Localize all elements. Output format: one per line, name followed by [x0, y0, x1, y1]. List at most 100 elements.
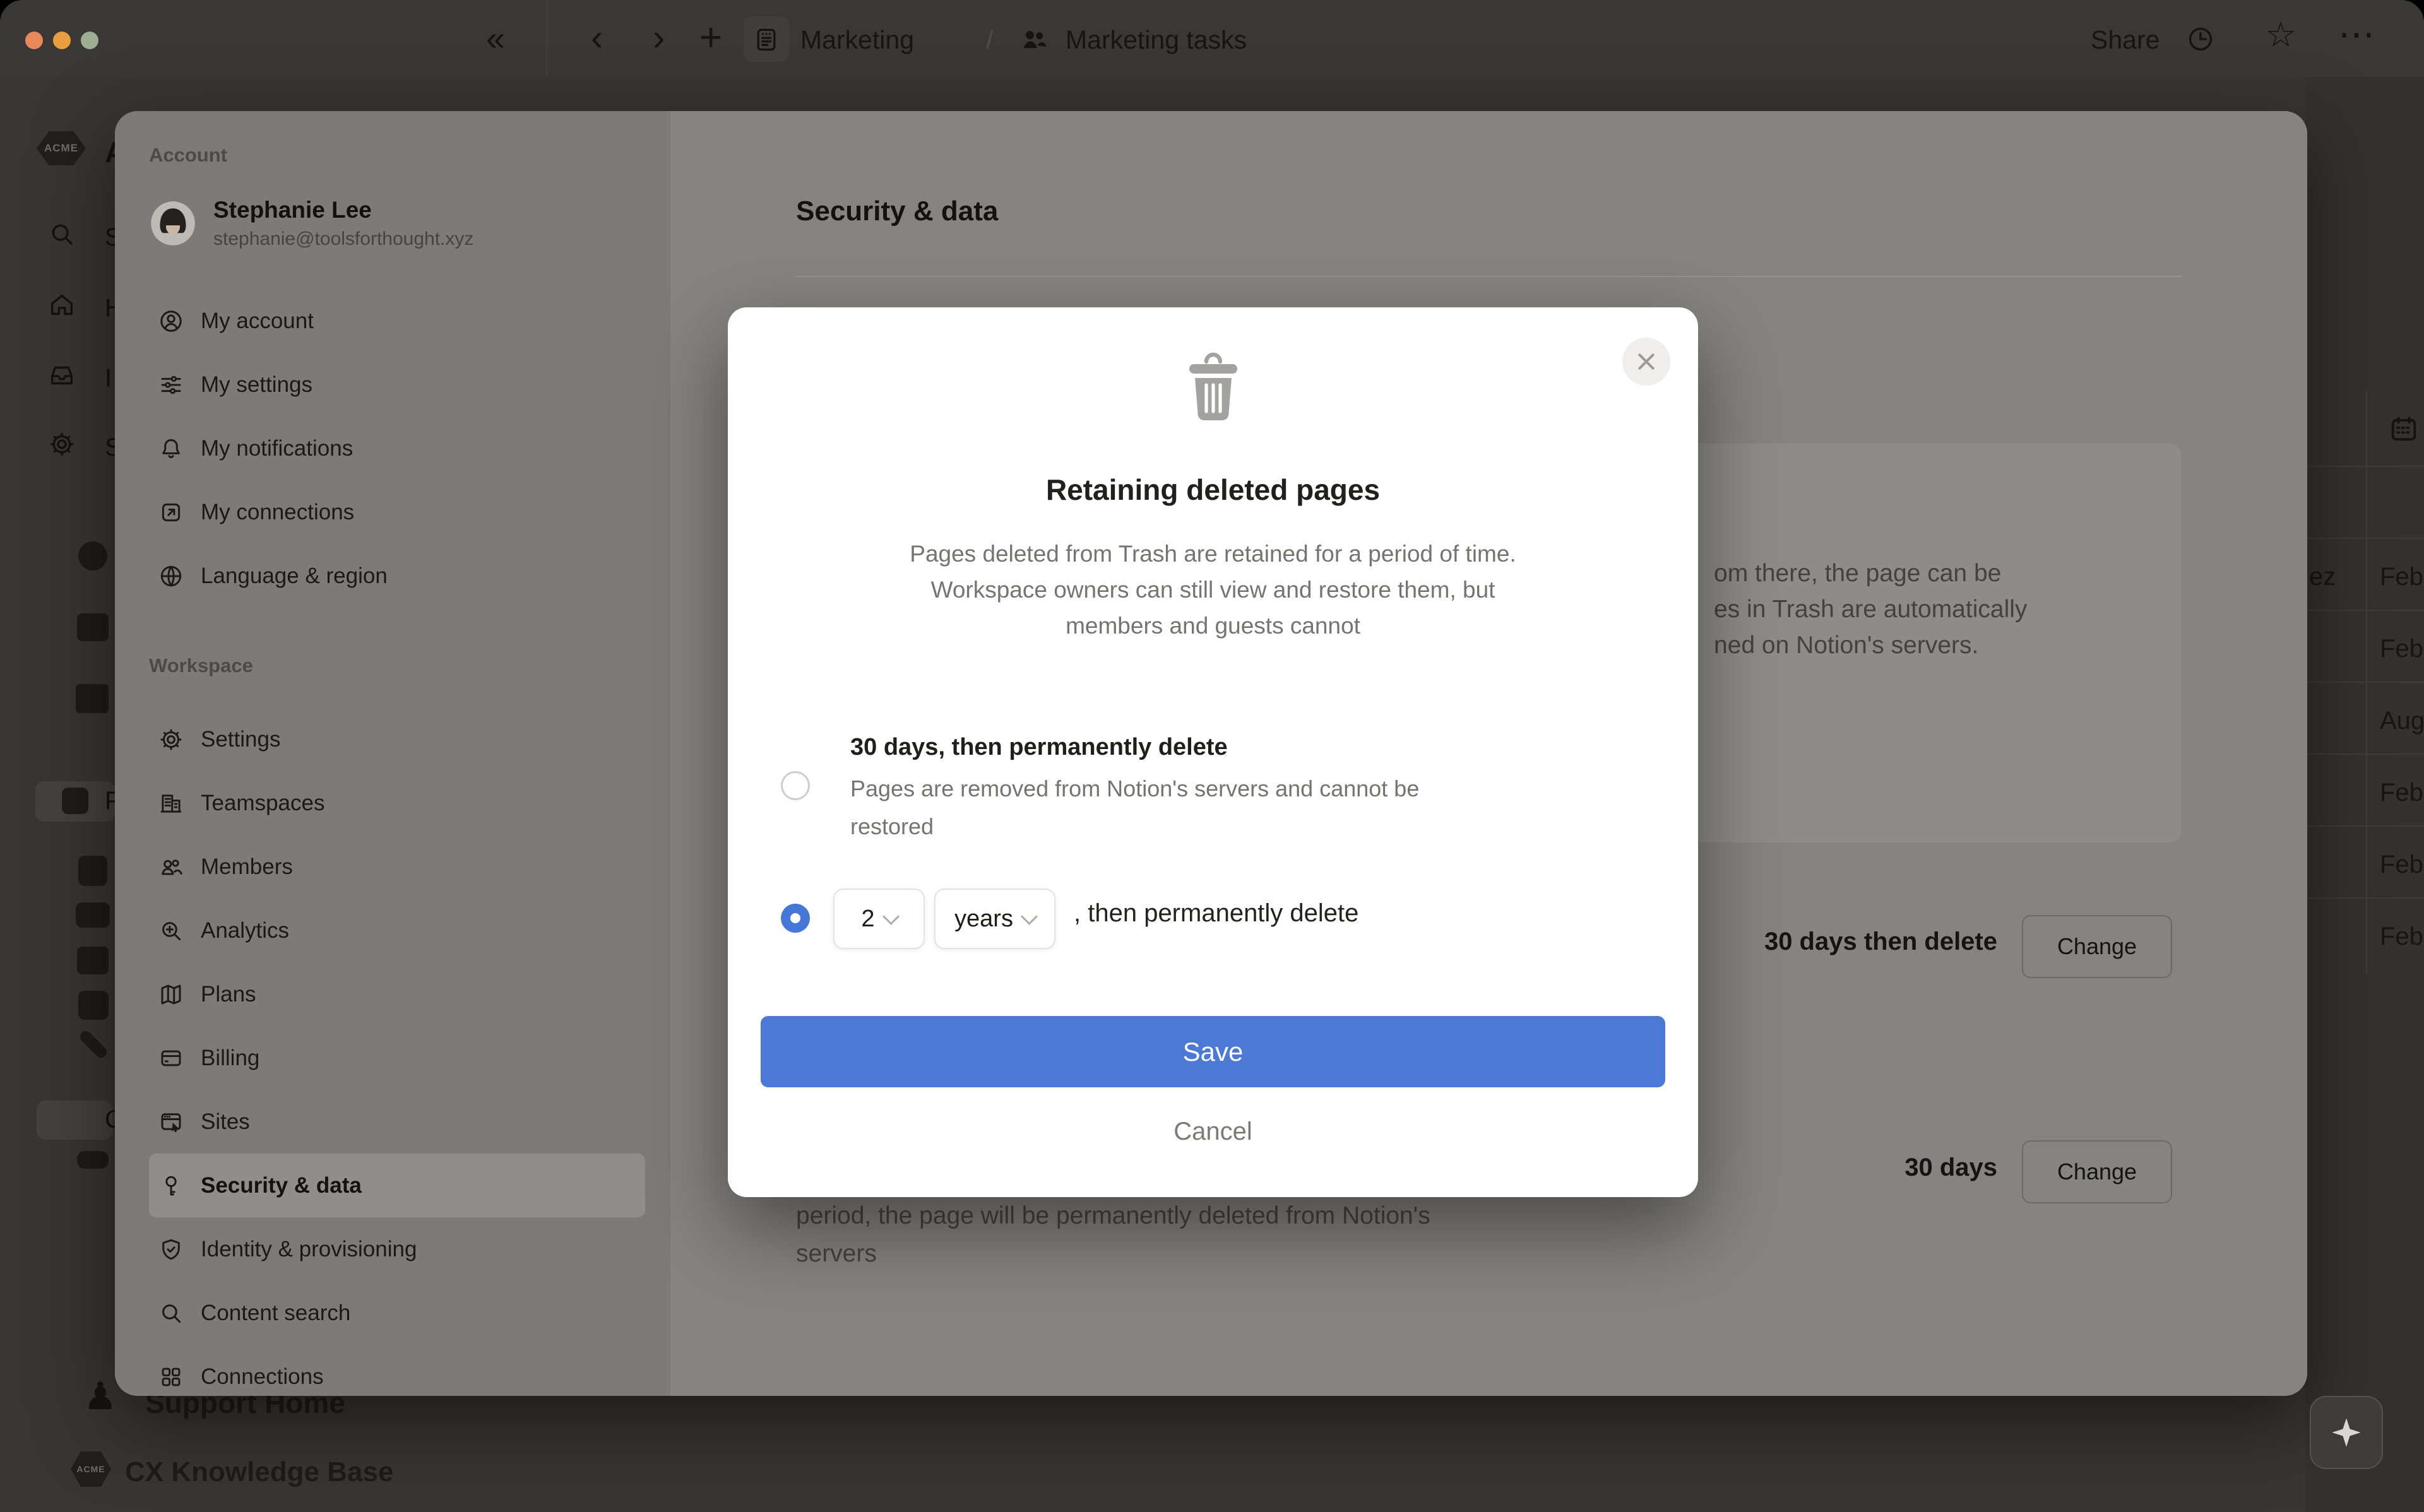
settings-nav-my-connections[interactable]: My connections	[149, 480, 645, 544]
traffic-close-button[interactable]	[25, 32, 43, 49]
back-icon[interactable]: ‹	[591, 16, 603, 59]
nav-item-label: My account	[201, 308, 314, 333]
change-retention-button[interactable]: Change	[2022, 915, 2172, 978]
settings-nav-members[interactable]: Members	[149, 835, 645, 899]
option-description-line: restored	[850, 813, 934, 839]
trash-setting-value: 30 days	[1904, 1154, 1997, 1181]
settings-sidebar: Account Stephanie Lee stephanie@toolsfor…	[115, 111, 670, 1396]
settings-nav-language-region[interactable]: Language & region	[149, 544, 645, 608]
more-options-icon[interactable]: ⋯	[2338, 13, 2375, 56]
period-number-select[interactable]: 2	[833, 889, 925, 949]
radio-custom-period[interactable]	[781, 904, 810, 933]
person-circle-icon	[158, 308, 184, 334]
box-icon[interactable]	[77, 613, 109, 641]
table-cell-fragment: Aug	[2380, 707, 2424, 735]
table-grid-line	[2305, 897, 2424, 899]
workspace-logo[interactable]: ACME	[37, 131, 86, 165]
info-text-fragment: es in Trash are automatically	[1714, 596, 2028, 623]
nav-item-label: Billing	[201, 1045, 260, 1070]
card-icon	[158, 1045, 184, 1072]
pot-plant-icon[interactable]	[78, 856, 107, 886]
home-icon[interactable]	[47, 290, 76, 322]
nav-item-label: Settings	[201, 726, 281, 752]
period-unit-select[interactable]: years	[934, 889, 1055, 949]
grid-icon	[158, 1364, 184, 1390]
save-button[interactable]: Save	[761, 1016, 1665, 1087]
table-cell-fragment: Feb	[2380, 851, 2423, 878]
inbox-icon[interactable]	[47, 360, 76, 393]
account-section-label: Account	[149, 144, 227, 166]
settings-nav-plans[interactable]: Plans	[149, 962, 645, 1026]
sidebar-collapse-icon[interactable]: «	[486, 19, 505, 58]
settings-nav-billing[interactable]: Billing	[149, 1026, 645, 1090]
card-box-icon[interactable]	[77, 947, 109, 974]
settings-nav-my-settings[interactable]: My settings	[149, 353, 645, 416]
change-trash-button[interactable]: Change	[2022, 1140, 2172, 1203]
traffic-minimize-button[interactable]	[53, 32, 71, 49]
new-page-icon[interactable]: +	[699, 15, 722, 60]
nav-item-label: Analytics	[201, 918, 290, 943]
option-description-line: Pages are removed from Notion's servers …	[850, 776, 1420, 801]
option-custom-suffix: , then permanently delete	[1074, 899, 1359, 927]
table-cell-fragment: Feb	[2380, 779, 2423, 806]
breadcrumb-page-icon[interactable]	[744, 16, 789, 62]
settings-nav-sites[interactable]: Sites	[149, 1090, 645, 1154]
setting-description-fragment: period, the page will be permanently del…	[796, 1202, 1430, 1229]
sidebar-label-fragment: I	[105, 364, 112, 392]
table-grid-line	[2366, 391, 2367, 974]
top-bar: « ‹ › + Marketing / Marketing tasks Shar…	[0, 0, 2424, 77]
settings-nav-analytics[interactable]: Analytics	[149, 899, 645, 962]
eight-ball-icon[interactable]	[78, 541, 107, 570]
analytics-icon	[158, 918, 184, 944]
nav-item-label: Teamspaces	[201, 790, 325, 815]
nav-item-label: Members	[201, 854, 293, 879]
table-grid-line	[2305, 538, 2424, 539]
settings-nav-settings[interactable]: Settings	[149, 707, 645, 771]
forward-icon[interactable]: ›	[653, 16, 665, 59]
arrow-box-icon	[158, 499, 184, 526]
settings-nav-content-search[interactable]: Content search	[149, 1281, 645, 1345]
ai-sparkle-button[interactable]	[2310, 1396, 2383, 1469]
sidebar-item-cx-knowledge-base[interactable]: CX Knowledge Base	[125, 1456, 393, 1488]
gear-icon	[158, 726, 184, 753]
close-icon[interactable]	[1622, 338, 1670, 386]
mailbox-icon[interactable]	[78, 991, 109, 1020]
crate-icon[interactable]	[76, 684, 109, 713]
radio-30-days[interactable]	[781, 771, 810, 800]
bridge-icon[interactable]	[76, 902, 110, 928]
search-icon[interactable]	[47, 220, 76, 252]
nav-item-label: Plans	[201, 981, 256, 1007]
page-title: Security & data	[796, 196, 999, 227]
sidebar-item-highlight[interactable]	[37, 1101, 112, 1140]
screwdriver-icon[interactable]	[78, 1029, 109, 1060]
settings-nav-security-data[interactable]: Security & data	[149, 1154, 645, 1217]
retention-dialog: Retaining deleted pages Pages deleted fr…	[728, 307, 1698, 1197]
settings-nav-my-notifications[interactable]: My notifications	[149, 416, 645, 480]
breadcrumb-page1[interactable]: Marketing	[800, 25, 914, 55]
plant-icon	[62, 788, 88, 814]
settings-nav-my-account[interactable]: My account	[149, 289, 645, 353]
settings-nav-identity-provisioning[interactable]: Identity & provisioning	[149, 1217, 645, 1281]
favorite-star-icon[interactable]: ☆	[2265, 14, 2296, 56]
divider	[796, 276, 2182, 277]
history-clock-icon[interactable]	[2185, 24, 2216, 54]
nav-item-label: Connections	[201, 1364, 324, 1389]
cap-icon[interactable]	[77, 1151, 109, 1169]
share-button[interactable]: Share	[2091, 25, 2160, 55]
traffic-zoom-button[interactable]	[81, 32, 98, 49]
marketing-tasks-icon	[1018, 23, 1050, 56]
cancel-button[interactable]: Cancel	[728, 1118, 1698, 1146]
table-grid-line	[2305, 466, 2424, 467]
chevron-down-icon	[882, 907, 900, 925]
workspace-nav-list: Settings Teamspaces Members Analytics Plans B…	[149, 707, 670, 1396]
gear-icon[interactable]	[47, 430, 76, 462]
nav-item-label: My notifications	[201, 435, 354, 461]
profile-row: Stephanie Lee stephanie@toolsforthought.…	[149, 193, 670, 254]
settings-nav-teamspaces[interactable]: Teamspaces	[149, 771, 645, 835]
bell-icon	[158, 435, 184, 462]
dialog-title: Retaining deleted pages	[1045, 473, 1381, 506]
nav-item-label: My settings	[201, 372, 312, 397]
option-30-days-label[interactable]: 30 days, then permanently delete	[850, 734, 1228, 761]
settings-nav-connections[interactable]: Connections	[149, 1345, 645, 1396]
breadcrumb-page2[interactable]: Marketing tasks	[1066, 25, 1247, 55]
